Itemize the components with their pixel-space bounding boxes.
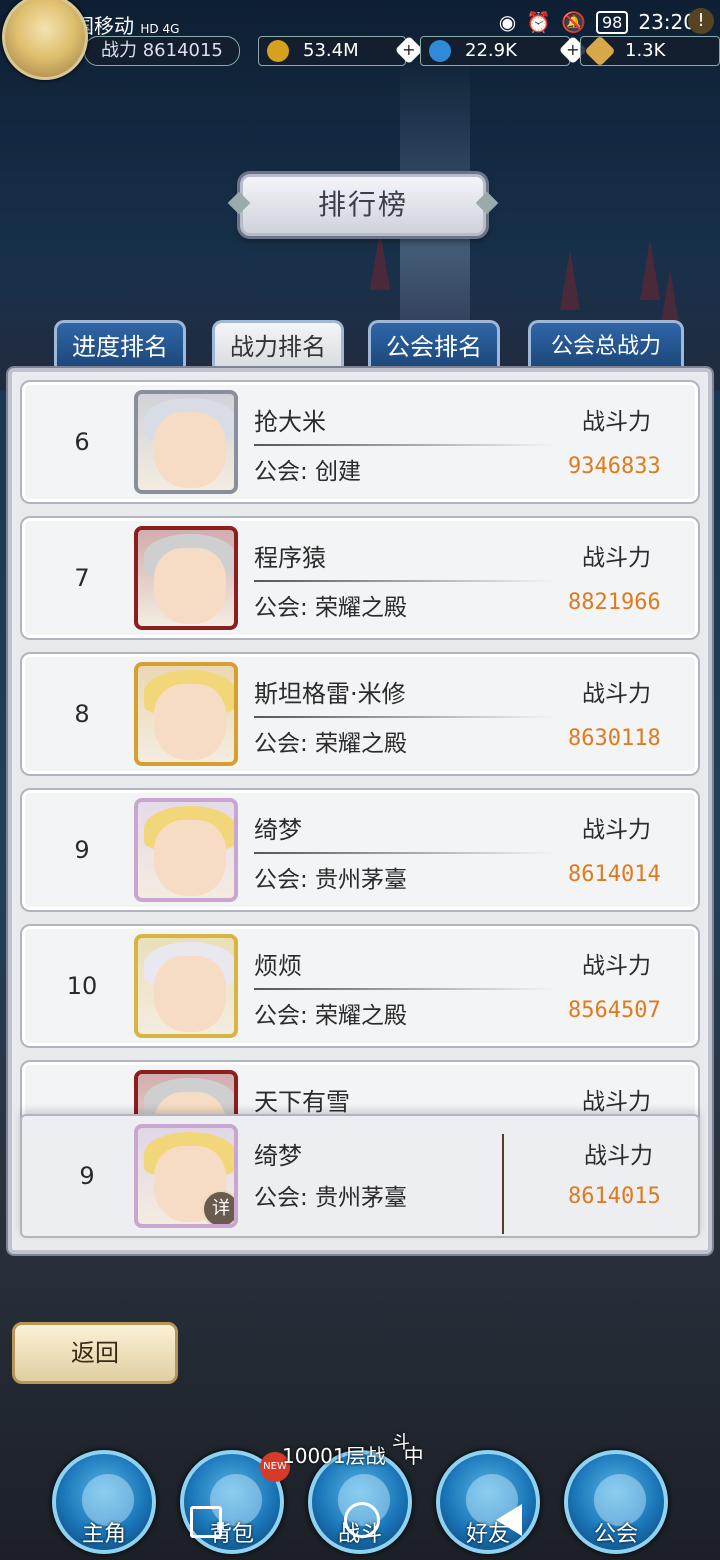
page-title: 排行榜 xyxy=(240,174,486,236)
mute-icon: 🔕 xyxy=(561,10,586,34)
ranking-panel[interactable]: 6 抢大米 公会: 创建 战斗力 9346833 7 程序猿 公会: 荣耀之殿 战斗力 88219… xyxy=(8,368,712,1254)
power-value: 8614014 xyxy=(568,862,661,887)
player-portrait[interactable] xyxy=(134,934,238,1038)
alarm-icon: ⏰ xyxy=(526,10,552,34)
my-portrait[interactable]: 详 xyxy=(134,1124,238,1228)
eye-icon: ◉ xyxy=(498,10,517,34)
system-back-icon[interactable] xyxy=(496,1504,522,1536)
divider xyxy=(502,1134,504,1234)
power-label: 战斗力 xyxy=(582,817,651,843)
power-label: 战斗力 xyxy=(582,409,651,435)
resource-bar: 战力 8614015 53.4M + 22.9K + 1.3K xyxy=(0,34,720,68)
back-button[interactable]: 返回 xyxy=(12,1322,178,1384)
gem-resource: 22.9K + xyxy=(420,35,588,66)
nav-guild[interactable]: 公会 xyxy=(564,1450,668,1554)
power-value: 8821966 xyxy=(568,590,661,615)
stamina-icon xyxy=(584,35,616,67)
power-label: 战斗力 xyxy=(582,681,651,707)
gold-resource: 53.4M + xyxy=(258,35,424,66)
rank-number: 10 xyxy=(66,972,98,1000)
name-divider xyxy=(254,444,554,446)
system-home-icon[interactable] xyxy=(344,1502,380,1538)
my-rank: 9 xyxy=(79,1162,95,1190)
stamina-resource: 1.3K xyxy=(580,35,720,67)
detail-button[interactable]: 详 xyxy=(202,1190,234,1224)
ranking-row[interactable]: 6 抢大米公会: 创建 战斗力 9346833 xyxy=(20,380,700,504)
name-divider xyxy=(254,988,554,990)
warning-icon[interactable]: ! xyxy=(688,8,714,34)
rank-number: 7 xyxy=(74,564,90,592)
gem-icon xyxy=(429,40,451,62)
power-value: 8564507 xyxy=(568,998,661,1023)
portrait-face xyxy=(154,684,226,760)
player-guild: 公会: 荣耀之殿 xyxy=(254,595,408,621)
tab-guild-ranking[interactable]: 公会排名 xyxy=(368,320,500,368)
player-name: 程序猿 xyxy=(254,544,326,572)
power-label: 战斗力 xyxy=(582,953,651,979)
ranking-row[interactable]: 10 烦烦公会: 荣耀之殿 战斗力 8564507 xyxy=(20,924,700,1048)
castle-spire xyxy=(370,230,390,290)
rank-number: 6 xyxy=(74,428,90,456)
tab-progress-ranking[interactable]: 进度排名 xyxy=(54,320,186,368)
battle-status: 10001层战斗中 xyxy=(282,1432,424,1468)
rank-number: 8 xyxy=(74,700,90,728)
castle-spire xyxy=(560,250,580,310)
player-guild: 公会: 创建 xyxy=(254,459,362,485)
power-value: 9346833 xyxy=(568,454,661,479)
player-name: 绮梦 xyxy=(254,816,302,844)
ranking-row[interactable]: 9 绮梦公会: 贵州茅臺 战斗力 8614014 xyxy=(20,788,700,912)
player-portrait[interactable] xyxy=(134,662,238,766)
player-power: 战力 8614015 xyxy=(84,36,240,66)
player-guild: 公会: 荣耀之殿 xyxy=(254,1003,408,1029)
add-gold-button[interactable]: + xyxy=(394,35,424,65)
my-power-label: 战斗力 xyxy=(584,1143,653,1169)
portrait-face xyxy=(154,956,226,1032)
player-portrait[interactable] xyxy=(134,526,238,630)
ranking-tabs: 进度排名 战力排名 公会排名 公会总战力 xyxy=(54,320,694,370)
tab-power-ranking[interactable]: 战力排名 xyxy=(212,320,344,368)
player-name: 烦烦 xyxy=(254,952,302,980)
player-name: 斯坦格雷·米修 xyxy=(254,680,406,708)
power-label: 战斗力 xyxy=(582,1089,651,1115)
player-name: 抢大米 xyxy=(254,408,326,436)
my-ranking-card[interactable]: 9 详 绮梦 公会: 贵州茅臺 战斗力 8614015 xyxy=(20,1114,700,1238)
rank-number: 9 xyxy=(74,836,90,864)
player-avatar[interactable] xyxy=(2,0,88,80)
nav-hero[interactable]: 主角 xyxy=(52,1450,156,1554)
portrait-face xyxy=(154,412,226,488)
player-name: 天下有雪 xyxy=(254,1088,350,1116)
portrait-face xyxy=(154,548,226,624)
gold-coin-icon xyxy=(267,40,289,62)
status-icons: ◉ ⏰ 🔕 98 23:20 xyxy=(499,10,696,34)
name-divider xyxy=(254,580,554,582)
system-recents-icon[interactable] xyxy=(190,1506,222,1538)
name-divider xyxy=(254,716,554,718)
name-divider xyxy=(254,852,554,854)
my-power-value: 8614015 xyxy=(568,1184,661,1209)
power-label: 战斗力 xyxy=(582,545,651,571)
castle-spire xyxy=(640,240,660,300)
player-guild: 公会: 荣耀之殿 xyxy=(254,731,408,757)
nav-friends[interactable]: 好友 xyxy=(436,1450,540,1554)
ranking-row[interactable]: 7 程序猿公会: 荣耀之殿 战斗力 8821966 xyxy=(20,516,700,640)
player-guild: 公会: 贵州茅臺 xyxy=(254,867,408,893)
my-guild: 公会: 贵州茅臺 xyxy=(254,1185,408,1211)
ranking-row[interactable]: 8 斯坦格雷·米修 公会: 荣耀之殿 战斗力 8630118 xyxy=(20,652,700,776)
tab-guild-total-power[interactable]: 公会总战力 xyxy=(528,320,684,368)
portrait-face xyxy=(154,820,226,896)
my-name: 绮梦 xyxy=(254,1142,302,1170)
player-portrait[interactable] xyxy=(134,390,238,494)
power-value: 8630118 xyxy=(568,726,661,751)
battery-icon: 98 xyxy=(596,10,629,34)
player-portrait[interactable] xyxy=(134,798,238,902)
